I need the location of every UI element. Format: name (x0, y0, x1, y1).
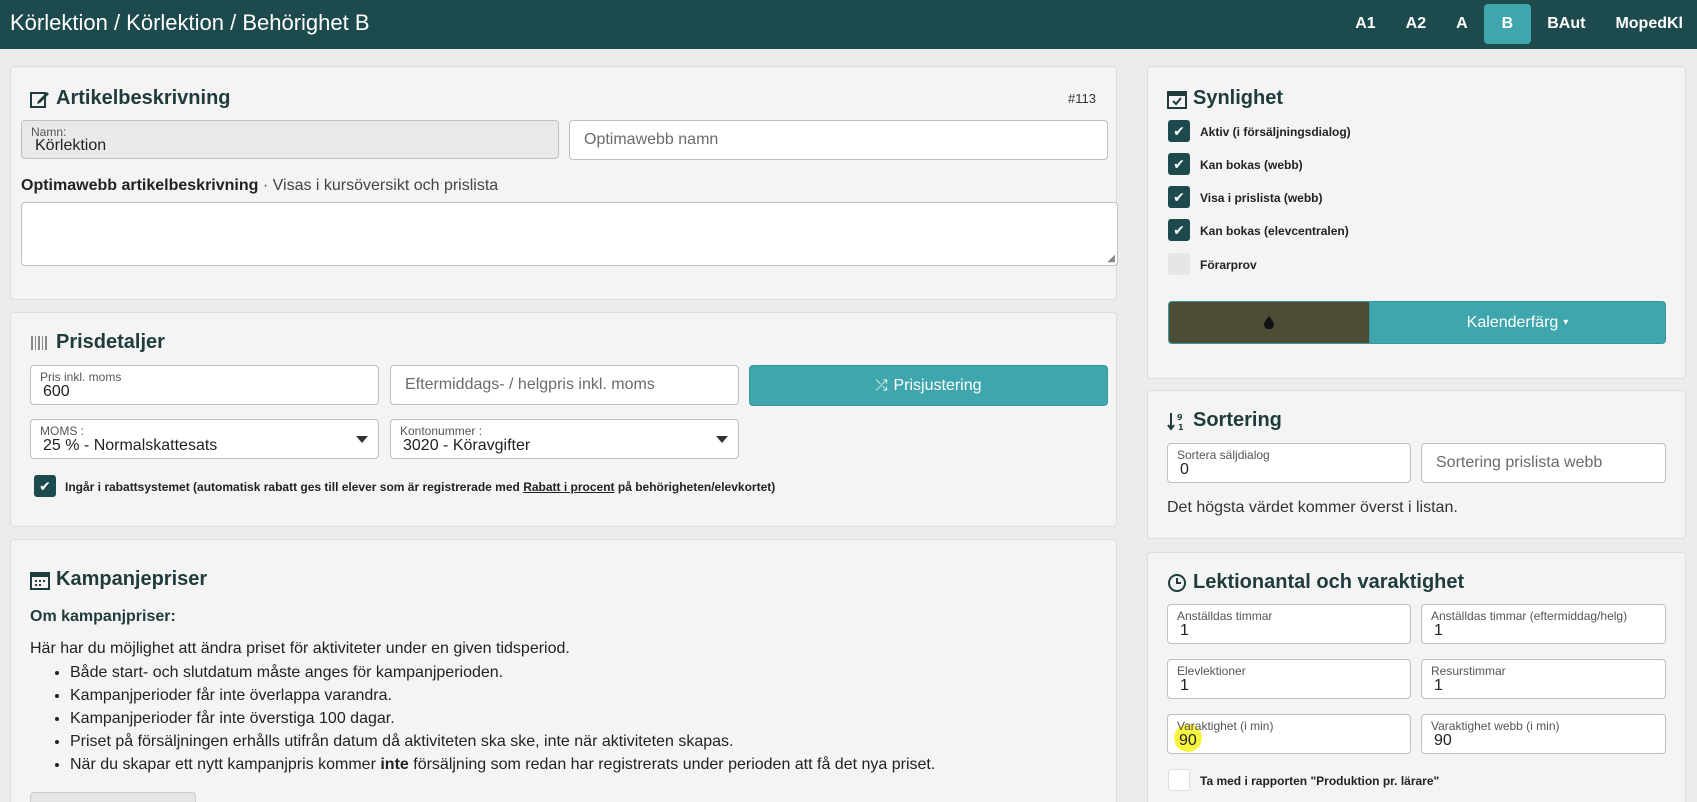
optimawebb-name-input[interactable]: Optimawebb namn (569, 120, 1108, 160)
chevron-down-icon (716, 436, 728, 443)
nav-a2[interactable]: A2 (1392, 4, 1440, 44)
article-heading: Artikelbeskrivning (30, 87, 231, 110)
pricing-heading: Prisdetaljer (30, 331, 165, 354)
bookable-web-label: Kan bokas (webb) (1200, 158, 1303, 172)
price-input[interactable]: Pris inkl. moms 600 (30, 365, 379, 405)
discount-percent-link[interactable]: Rabatt i procent (523, 480, 614, 494)
nav-mopedkl[interactable]: MopedKl (1601, 4, 1697, 44)
article-panel: Artikelbeskrivning #113 Namn: Körlektion… (10, 66, 1118, 300)
campaign-intro: Här har du möjlighet att ändra priset fö… (30, 640, 570, 657)
discount-checkbox[interactable]: ✔ (34, 475, 56, 497)
add-campaign-button[interactable] (30, 792, 196, 802)
top-bar: Körlektion / Körlektion / Behörighet B A… (0, 0, 1697, 49)
sort-numeric-icon: 91 (1167, 412, 1184, 431)
calendar-color-swatch[interactable] (1168, 301, 1370, 344)
category-nav: A1 A2 A B BAut MopedKl (1339, 4, 1697, 44)
campaign-subheading: Om kampanjpriser: (30, 608, 176, 625)
sort-pricelist-web-input[interactable]: Sortering prislista webb (1421, 443, 1666, 483)
driving-test-label: Förarprov (1200, 258, 1257, 272)
lessons-heading: Lektionantal och varaktighet (1167, 571, 1464, 594)
bookable-studentcenter-checkbox[interactable]: ✔ (1168, 219, 1190, 241)
resource-hours-input[interactable]: Resurstimmar 1 (1421, 659, 1666, 699)
nav-baut[interactable]: BAut (1533, 4, 1599, 44)
afternoon-price-input[interactable]: Eftermiddags- / helgpris inkl. moms (390, 365, 739, 405)
shuffle-icon: ⤮ (875, 377, 888, 394)
edit-icon (30, 91, 49, 108)
pricing-panel: Prisdetaljer Pris inkl. moms 600 Eftermi… (10, 312, 1117, 527)
nav-a[interactable]: A (1442, 4, 1482, 44)
barcode-icon (31, 335, 47, 350)
active-checkbox[interactable]: ✔ (1168, 120, 1190, 142)
vat-select[interactable]: MOMS : 25 % - Normalskattesats (30, 419, 379, 459)
description-textarea[interactable]: ◢ (21, 202, 1118, 266)
show-in-pricelist-checkbox[interactable]: ✔ (1168, 186, 1190, 208)
list-item: Priset på försäljningen erhålls utifrån … (70, 730, 935, 753)
production-report-label: Ta med i rapporten "Produktion pr. lärar… (1200, 774, 1440, 788)
campaign-rules-list: Både start- och slutdatum måste anges fö… (30, 661, 935, 776)
droplet-icon (1264, 316, 1274, 329)
list-item: Kampanjperioder får inte överstiga 100 d… (70, 707, 935, 730)
page-title: Körlektion / Körlektion / Behörighet B (10, 10, 370, 35)
resize-grip-icon[interactable]: ◢ (1107, 253, 1115, 264)
active-label: Aktiv (i försäljningsdialog) (1200, 125, 1351, 139)
account-select[interactable]: Kontonummer : 3020 - Köravgifter (390, 419, 739, 459)
nav-a1[interactable]: A1 (1341, 4, 1389, 44)
discount-label: Ingår i rabattsystemet (automatisk rabat… (65, 480, 776, 494)
student-lessons-input[interactable]: Elevlektioner 1 (1167, 659, 1411, 699)
staff-hours-input[interactable]: Anställdas timmar 1 (1167, 604, 1411, 644)
list-item: När du skapar ett nytt kampanjpris komme… (70, 753, 935, 776)
name-field[interactable]: Namn: Körlektion (21, 120, 559, 159)
calendar-color-button[interactable]: Kalenderfärg ▾ (1369, 301, 1666, 344)
lessons-panel: Lektionantal och varaktighet Anställdas … (1147, 552, 1686, 802)
campaign-heading: Kampanjepriser (30, 568, 207, 591)
sort-sales-dialog-input[interactable]: Sortera säljdialog 0 (1167, 443, 1411, 483)
production-report-checkbox[interactable] (1168, 769, 1190, 791)
article-id: #113 (1068, 91, 1096, 106)
nav-b[interactable]: B (1483, 4, 1532, 44)
show-in-pricelist-label: Visa i prislista (webb) (1200, 191, 1323, 205)
caret-down-icon: ▾ (1563, 317, 1569, 328)
price-adjust-button[interactable]: ⤮ Prisjustering (749, 365, 1108, 406)
sorting-note: Det högsta värdet kommer överst i listan… (1167, 499, 1458, 516)
duration-input[interactable]: Varaktighet (i min) 90 (1167, 714, 1411, 754)
svg-text:1: 1 (1178, 423, 1184, 431)
description-label: Optimawebb artikelbeskrivning · Visas i … (21, 177, 499, 194)
staff-hours-afternoon-input[interactable]: Anställdas timmar (eftermiddag/helg) 1 (1421, 604, 1666, 644)
driving-test-checkbox[interactable] (1168, 253, 1190, 275)
list-item: Kampanjperioder får inte överlappa varan… (70, 684, 935, 707)
duration-web-input[interactable]: Varaktighet webb (i min) 90 (1421, 714, 1666, 754)
visibility-heading: Synlighet (1167, 87, 1283, 110)
chevron-down-icon (356, 436, 368, 443)
campaign-panel: Kampanjepriser Om kampanjpriser: Här har… (10, 539, 1117, 802)
calendar-icon (30, 571, 50, 590)
bookable-web-checkbox[interactable]: ✔ (1168, 153, 1190, 175)
svg-text:9: 9 (1177, 413, 1183, 422)
list-item: Både start- och slutdatum måste anges fö… (70, 661, 935, 684)
sorting-heading: 91 Sortering (1167, 409, 1282, 432)
sorting-panel: 91 Sortering Sortera säljdialog 0 Sorter… (1147, 390, 1686, 539)
calendar-check-icon (1167, 90, 1187, 109)
bookable-studentcenter-label: Kan bokas (elevcentralen) (1200, 224, 1349, 238)
clock-icon (1168, 573, 1186, 592)
visibility-panel: Synlighet ✔ Aktiv (i försäljningsdialog)… (1147, 66, 1686, 379)
